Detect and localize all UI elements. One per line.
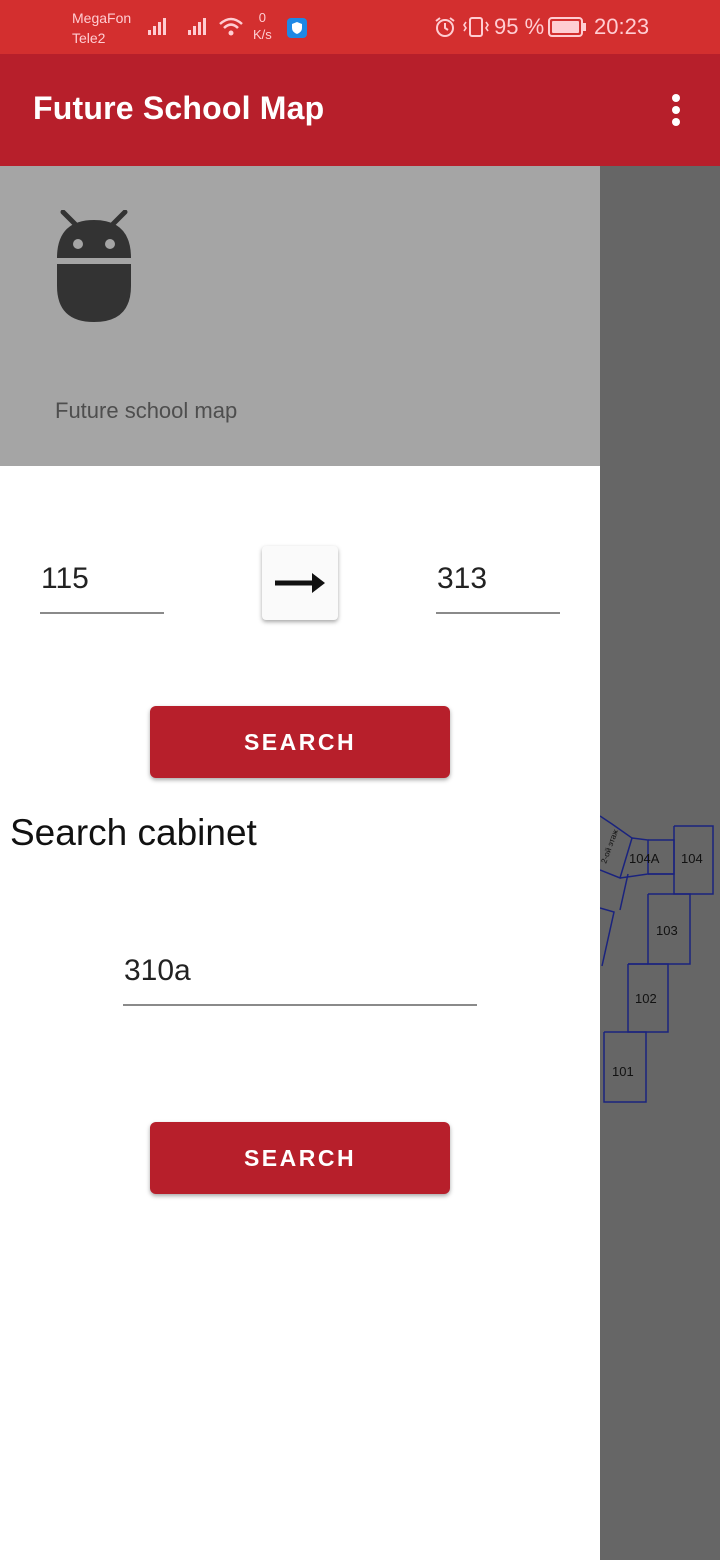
clock: 20:23 [594, 14, 650, 39]
map-room-label: 101 [612, 1064, 634, 1079]
search-cabinet-title: Search cabinet [10, 812, 257, 853]
signal-roaming-icon [188, 18, 206, 35]
navigation-drawer: Future school map 115 313 SEARCH Search … [0, 166, 600, 1560]
android-icon [57, 210, 131, 322]
cabinet-search-button[interactable]: SEARCH [150, 1122, 450, 1194]
carrier-2: Tele2 [72, 30, 106, 46]
arrow-right-icon [275, 573, 325, 593]
status-bar: MegaFon Tele2 0 K/s 95 % 20:23 [0, 0, 720, 54]
shield-icon [287, 18, 307, 38]
carrier-1: MegaFon [72, 10, 132, 26]
overflow-menu-icon[interactable] [660, 86, 692, 134]
drawer-header: Future school map [0, 166, 600, 466]
network-speed: 0 K/s [253, 9, 272, 43]
speed-unit: K/s [253, 27, 272, 42]
route-to-input[interactable]: 313 [436, 562, 560, 614]
map-room-label: 104A [629, 851, 660, 866]
signal-icon [148, 18, 166, 35]
route-from-input[interactable]: 115 [40, 562, 164, 614]
swap-direction-button[interactable] [262, 546, 338, 620]
map-room-label: 104 [681, 851, 703, 866]
alarm-icon [435, 17, 455, 37]
app-bar: Future School Map [0, 54, 720, 166]
app-title: Future School Map [33, 90, 325, 126]
vibrate-icon [463, 17, 489, 37]
map-room-label: 103 [656, 923, 678, 938]
map-view[interactable]: 104A 104 103 102 101 2-ой этаж [600, 166, 720, 1560]
cabinet-search-input[interactable]: 310a [123, 954, 477, 1006]
floor-plan: 104A 104 103 102 101 2-ой этаж [600, 815, 714, 1103]
carrier-names: MegaFon Tele2 [72, 8, 131, 48]
battery-percent: 95 % [494, 14, 545, 39]
battery-icon [548, 17, 586, 37]
speed-value: 0 [258, 10, 267, 25]
header-subtitle: Future school map [55, 398, 238, 423]
wifi-icon [219, 17, 243, 36]
map-room-label: 102 [635, 991, 657, 1006]
map-floor-label: 2-ой этаж [600, 828, 620, 865]
route-search-button[interactable]: SEARCH [150, 706, 450, 778]
